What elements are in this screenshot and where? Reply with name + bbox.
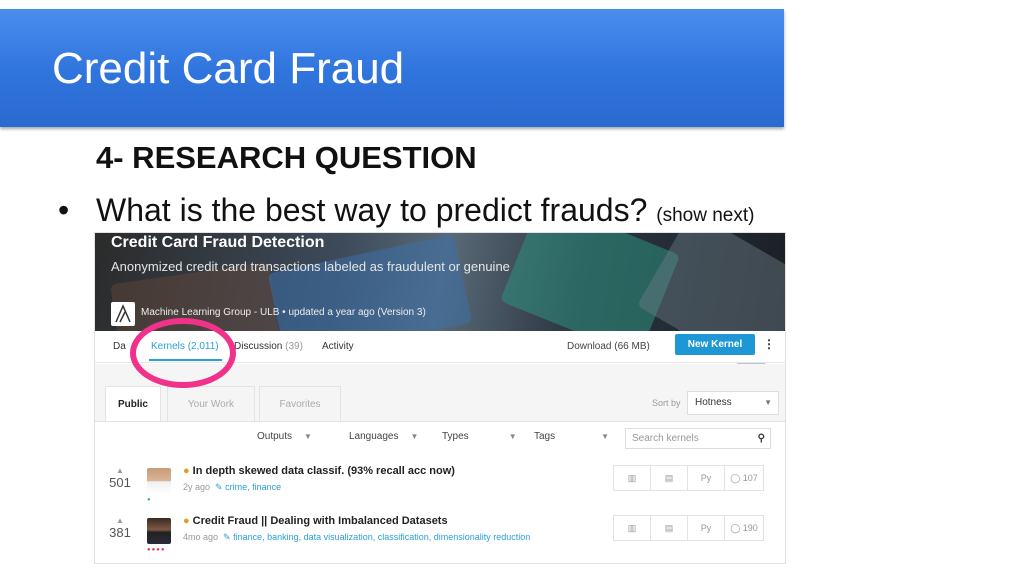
highlight-circle [130, 318, 236, 388]
subtab-public[interactable]: Public [105, 386, 161, 422]
dataset-title[interactable]: Credit Card Fraud Detection [111, 234, 324, 252]
medal-icon: ● [183, 515, 190, 527]
filter-outputs[interactable]: Outputs ▼ [257, 431, 312, 442]
kernel-actions: ▥ ▤ Py ◯ 107 [613, 465, 764, 491]
comment-icon: ◯ [730, 523, 741, 533]
tag-icon: ✎ [215, 482, 223, 492]
vote-widget[interactable]: ▲ 501 [103, 466, 137, 490]
medal-icon: ● [183, 465, 190, 477]
dataset-subtitle: Anonymized credit card transactions labe… [111, 259, 510, 274]
subtab-favorites[interactable]: Favorites [259, 386, 341, 422]
chevron-down-icon: ▼ [508, 432, 517, 441]
kernel-row[interactable]: ▲ 501 ● ● In depth skewed data classif. (9… [95, 462, 785, 512]
kernel-actions: ▥ ▤ Py ◯ 190 [613, 515, 764, 541]
kernel-title[interactable]: ● Credit Fraud || Dealing with Imbalanced… [183, 515, 448, 527]
bullet-item: • What is the best way to predict frauds?… [58, 192, 754, 229]
tag-icon: ✎ [223, 532, 231, 542]
author-rank-icon: ● [147, 497, 152, 503]
dataset-banner: Credit Card Fraud Detection Anonymized c… [95, 233, 785, 376]
comment-icon: ◯ [730, 473, 741, 483]
organization-logo-icon[interactable] [111, 302, 135, 326]
dataset-meta: Machine Learning Group - ULB • updated a… [141, 307, 426, 318]
filter-tags[interactable]: Tags ▼ [534, 431, 609, 442]
chevron-down-icon: ▼ [410, 432, 419, 441]
tab-data[interactable]: Da [113, 341, 126, 352]
sort-label: Sort by [652, 398, 681, 408]
chevron-down-icon: ▼ [601, 432, 610, 441]
language-badge: Py [688, 516, 725, 540]
bullet-note: (show next) [656, 205, 755, 226]
language-badge: Py [688, 466, 725, 490]
author-avatar[interactable] [147, 468, 171, 494]
new-kernel-button[interactable]: New Kernel [675, 334, 755, 355]
slide-title: Credit Card Fraud [52, 44, 405, 93]
search-input[interactable]: Search kernels ⚲ [625, 428, 771, 449]
section-heading: 4- RESEARCH QUESTION [96, 140, 477, 175]
kernel-row[interactable]: ▲ 381 ●●●● ● Credit Fraud || Dealing with … [95, 512, 785, 562]
tab-activity[interactable]: Activity [322, 341, 354, 352]
upvote-icon: ▲ [116, 466, 124, 475]
slide: Credit Card Fraud 4- RESEARCH QUESTION •… [0, 0, 1024, 576]
subtab-your-work[interactable]: Your Work [167, 386, 255, 422]
kaggle-screenshot: Credit Card Fraud Detection Anonymized c… [94, 232, 786, 564]
more-options-icon[interactable]: ⋮ [763, 337, 775, 351]
tab-discussion[interactable]: Discussion (39) [234, 341, 303, 352]
search-icon: ⚲ [757, 433, 765, 444]
kernel-meta: 2y ago ✎ crime, finance [183, 482, 282, 492]
filter-languages[interactable]: Languages ▼ [349, 431, 418, 442]
chart-icon[interactable]: ▥ [614, 466, 651, 490]
filter-types[interactable]: Types ▼ [442, 431, 517, 442]
kernel-meta: 4mo ago ✎ finance, banking, data visuali… [183, 532, 531, 542]
comments-button[interactable]: ◯ 190 [725, 516, 763, 540]
chevron-down-icon: ▼ [304, 432, 312, 441]
author-rank-icon: ●●●● [147, 547, 166, 553]
upvote-icon: ▲ [116, 516, 124, 525]
kernels-list-panel: Outputs ▼ Languages ▼ Types ▼ Tags ▼ Search … [95, 421, 785, 563]
chart-icon[interactable]: ▥ [614, 516, 651, 540]
chevron-down-icon: ▼ [764, 398, 772, 407]
bullet-dot: • [58, 192, 70, 228]
notebook-icon[interactable]: ▤ [651, 516, 688, 540]
sort-select[interactable]: Hotness ▼ [687, 391, 779, 415]
comments-button[interactable]: ◯ 107 [725, 466, 763, 490]
kernel-title[interactable]: ● In depth skewed data classif. (93% reca… [183, 465, 455, 477]
notebook-icon[interactable]: ▤ [651, 466, 688, 490]
bullet-text: What is the best way to predict frauds? [96, 192, 648, 228]
download-link[interactable]: Download (66 MB) [567, 341, 650, 352]
author-avatar[interactable] [147, 518, 171, 544]
vote-widget[interactable]: ▲ 381 [103, 516, 137, 540]
